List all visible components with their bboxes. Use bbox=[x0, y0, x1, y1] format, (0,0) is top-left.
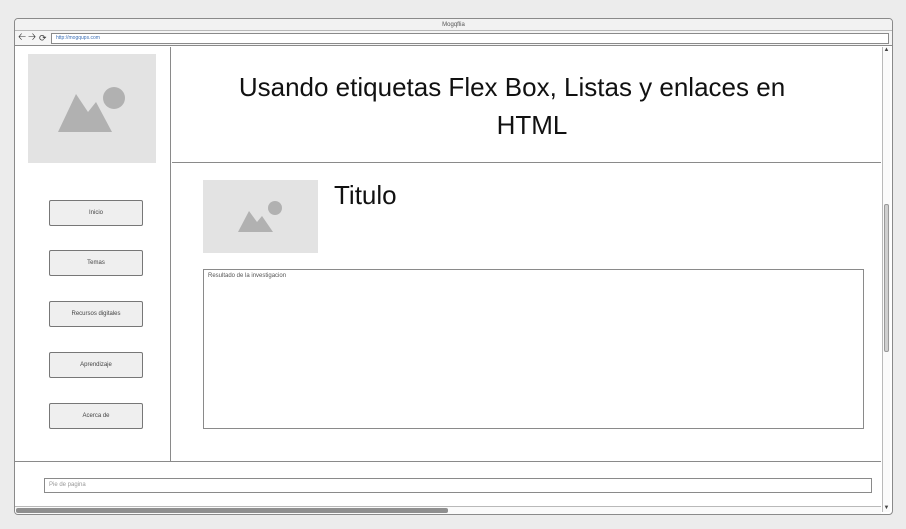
page-title-line2: HTML bbox=[496, 110, 568, 140]
content-image-placeholder bbox=[203, 180, 318, 253]
image-placeholder-icon bbox=[58, 87, 125, 132]
sidebar: Inicio Temas Recursos digitales Aprendiz… bbox=[15, 47, 171, 461]
vertical-scroll-thumb[interactable] bbox=[884, 204, 889, 352]
page-content: Inicio Temas Recursos digitales Aprendiz… bbox=[15, 47, 881, 508]
window-title: Mogqflia bbox=[15, 19, 892, 31]
image-placeholder-icon bbox=[238, 201, 282, 232]
reload-icon[interactable]: ⟳ bbox=[39, 32, 47, 44]
sidebar-item-inicio[interactable]: Inicio bbox=[49, 200, 143, 226]
sidebar-image-placeholder bbox=[28, 54, 156, 163]
page-title-line1: Usando etiquetas Flex Box, Listas y enla… bbox=[238, 72, 786, 102]
results-textarea[interactable]: Resultado de la investigacion bbox=[203, 269, 864, 429]
page-footer: Pie de pagina bbox=[15, 461, 881, 508]
url-bar[interactable]: http://mogqups.com bbox=[51, 33, 889, 44]
sidebar-item-recursos-digitales[interactable]: Recursos digitales bbox=[49, 301, 143, 327]
scroll-down-icon[interactable]: ▼ bbox=[883, 505, 890, 512]
arrow-left-icon[interactable]: 🡠 bbox=[18, 32, 26, 44]
horizontal-scroll-thumb[interactable] bbox=[16, 508, 448, 513]
sidebar-item-acerca-de[interactable]: Acerca de bbox=[49, 403, 143, 429]
page-header: Usando etiquetas Flex Box, Listas y enla… bbox=[172, 47, 881, 163]
arrow-right-icon[interactable]: 🡢 bbox=[28, 32, 36, 44]
navigation-bar: 🡠 🡢 ⟳ http://mogqups.com bbox=[15, 31, 892, 46]
browser-window: Mogqflia 🡠 🡢 ⟳ http://mogqups.com Inicio… bbox=[14, 18, 893, 515]
sidebar-item-aprendizaje[interactable]: Aprendizaje bbox=[49, 352, 143, 378]
vertical-scrollbar[interactable]: ▲ ▼ bbox=[882, 47, 890, 512]
scroll-up-icon[interactable]: ▲ bbox=[883, 47, 890, 54]
content-title: Titulo bbox=[334, 180, 397, 210]
page-title: Usando etiquetas Flex Box, Listas y enla… bbox=[192, 68, 832, 144]
footer-input[interactable]: Pie de pagina bbox=[44, 478, 872, 493]
horizontal-scrollbar[interactable] bbox=[15, 506, 881, 514]
sidebar-item-temas[interactable]: Temas bbox=[49, 250, 143, 276]
